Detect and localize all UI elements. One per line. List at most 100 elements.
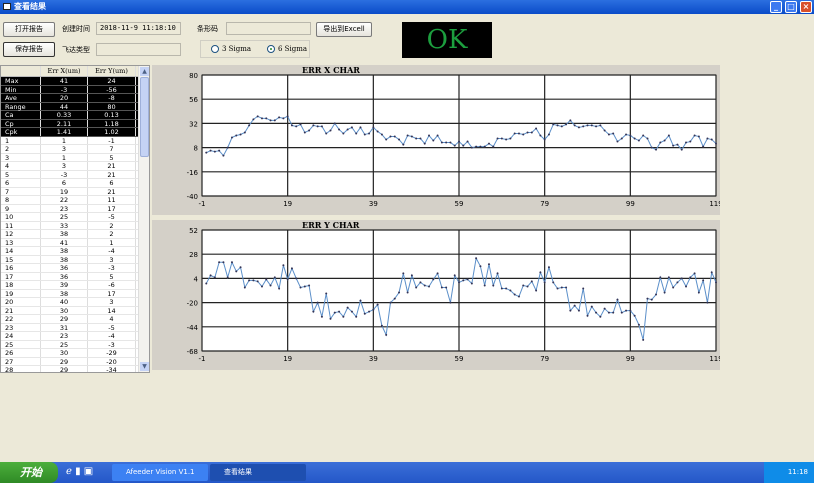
table-row[interactable]: Ca 0.33 0.13	[1, 111, 149, 120]
table-row[interactable]: 21 30 14	[1, 306, 149, 315]
table-row[interactable]: 17 36 5	[1, 272, 149, 281]
table-row[interactable]: 8 22 11	[1, 196, 149, 205]
data-point	[436, 134, 439, 137]
table-cell: 15	[1, 255, 41, 263]
barcode-field[interactable]	[226, 22, 311, 35]
table-row[interactable]: 11 33 2	[1, 221, 149, 230]
data-point	[428, 285, 431, 288]
data-point	[282, 117, 285, 120]
data-point	[620, 311, 623, 314]
data-point	[295, 277, 298, 280]
start-button[interactable]: 开始	[0, 462, 58, 483]
data-point	[338, 310, 341, 313]
table-row[interactable]: Max 41 24	[1, 77, 149, 86]
table-row[interactable]: Min -3 -56	[1, 85, 149, 94]
table-row[interactable]: 26 30 -29	[1, 349, 149, 358]
table-row[interactable]: 1 1 -1	[1, 136, 149, 145]
data-point	[205, 151, 208, 154]
data-point	[393, 135, 396, 138]
table-row[interactable]: 25 25 -3	[1, 340, 149, 349]
data-point	[612, 132, 615, 135]
data-point	[389, 301, 392, 304]
table-cell: Range	[1, 102, 41, 110]
data-point	[213, 276, 216, 279]
table-cell: -34	[88, 366, 136, 372]
data-point	[218, 149, 221, 152]
table-row[interactable]: 7 19 21	[1, 187, 149, 196]
table-row[interactable]: Range 44 80	[1, 102, 149, 111]
table-scrollbar[interactable]: ▲ ▼	[138, 66, 149, 372]
data-point	[573, 124, 576, 127]
table-cell: 11	[1, 221, 41, 229]
table-row[interactable]: 13 41 1	[1, 238, 149, 247]
table-row[interactable]: 18 39 -6	[1, 281, 149, 290]
table-row[interactable]: 5 -3 21	[1, 170, 149, 179]
table-row[interactable]: 15 38 3	[1, 255, 149, 264]
table-row[interactable]: 20 40 3	[1, 298, 149, 307]
table-row[interactable]: Ave 20 -8	[1, 94, 149, 103]
data-point	[316, 301, 319, 304]
table-row[interactable]: 28 29 -34	[1, 366, 149, 372]
table-row[interactable]: 237	[1, 145, 149, 154]
radio-6-sigma[interactable]: 6 Sigma	[267, 45, 307, 53]
table-cell: 18	[1, 281, 41, 289]
data-point	[556, 287, 559, 290]
data-point	[303, 131, 306, 134]
task-view-results[interactable]: 查看结果	[210, 464, 306, 481]
table-row[interactable]: 19 38 17	[1, 289, 149, 298]
table-cell: 1.41	[41, 128, 88, 136]
minimize-button[interactable]: _	[770, 1, 782, 13]
data-point	[286, 278, 289, 281]
task-afeeder[interactable]: Afeeder Vision V1.1	[112, 464, 208, 481]
quicklaunch-icon[interactable]: ℯ ▮ ▣	[66, 466, 93, 477]
table-row[interactable]: 12 38 2	[1, 230, 149, 239]
close-button[interactable]: ×	[800, 1, 812, 13]
table-row[interactable]: 9 23 17	[1, 204, 149, 213]
table-cell: 17	[88, 204, 136, 212]
table-row[interactable]: 16 36 -3	[1, 264, 149, 273]
data-point	[556, 124, 559, 127]
data-point	[663, 291, 666, 294]
data-point	[419, 137, 422, 140]
table-cell: 29	[41, 366, 88, 372]
table-cell: 20	[41, 94, 88, 102]
save-report-button[interactable]: 保存报告	[3, 42, 55, 57]
data-point	[565, 286, 568, 289]
table-row[interactable]: 23 31 -5	[1, 323, 149, 332]
data-point	[380, 324, 383, 327]
table-row[interactable]: 666	[1, 179, 149, 188]
scroll-thumb[interactable]	[140, 77, 149, 157]
table-row[interactable]: Cp 2.11 1.18	[1, 119, 149, 128]
create-time-field[interactable]: 2018-11-9 11:18:10	[96, 22, 181, 35]
export-excel-button[interactable]: 导出到Excell	[316, 22, 372, 37]
results-table: Err X(um) Err Y(um) Max 41 24 Min -3 -56 Ave 20…	[0, 65, 150, 373]
table-row[interactable]: 22 29 4	[1, 315, 149, 324]
data-point	[552, 281, 555, 284]
table-cell: 38	[41, 255, 88, 263]
data-point	[560, 125, 563, 128]
table-row[interactable]: Cpk 1.41 1.02	[1, 128, 149, 137]
data-point	[539, 271, 542, 274]
data-point	[663, 139, 666, 142]
table-row[interactable]: 14 38 -4	[1, 247, 149, 256]
table-cell: -3	[41, 85, 88, 93]
open-report-button[interactable]: 打开报告	[3, 22, 55, 37]
data-point	[680, 148, 683, 151]
scroll-down-icon[interactable]: ▼	[140, 362, 149, 371]
table-row[interactable]: 10 25 -5	[1, 213, 149, 222]
table-row[interactable]: 24 23 -4	[1, 332, 149, 341]
data-point	[265, 117, 268, 120]
table-row[interactable]: 4 3 21	[1, 162, 149, 171]
table-row[interactable]: 27 29 -20	[1, 357, 149, 366]
data-point	[500, 287, 503, 290]
table-row[interactable]: 315	[1, 153, 149, 162]
data-point	[295, 125, 298, 128]
scroll-up-icon[interactable]: ▲	[140, 67, 149, 76]
data-point	[530, 280, 533, 283]
plane-type-field[interactable]	[96, 43, 181, 56]
radio-3-sigma[interactable]: 3 Sigma	[211, 45, 251, 53]
table-cell: 16	[1, 264, 41, 272]
maximize-button[interactable]: □	[785, 1, 797, 13]
table-cell: 24	[88, 77, 136, 85]
data-point	[209, 149, 212, 152]
